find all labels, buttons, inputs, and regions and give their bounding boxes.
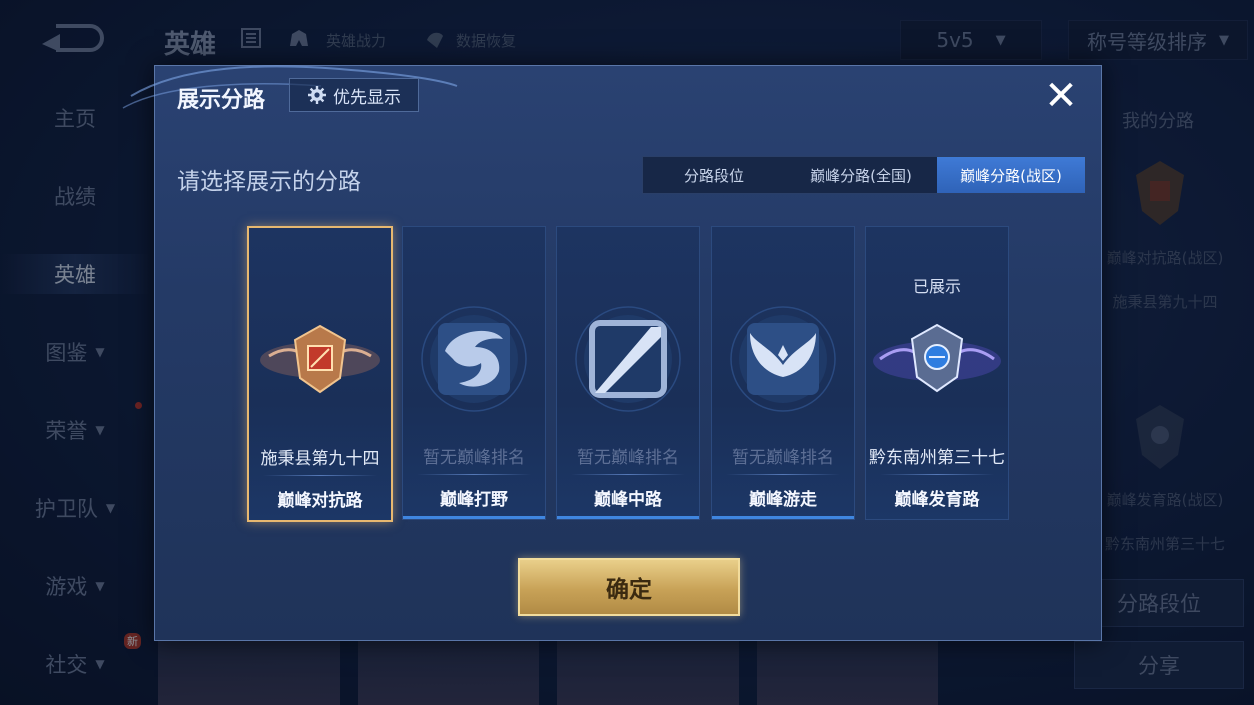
wings-icon bbox=[730, 306, 836, 412]
lane-card-rank: 黔东南州第三十七 bbox=[869, 448, 1005, 468]
lane-card-rank: 暂无巅峰排名 bbox=[577, 448, 679, 468]
shown-label: 已展示 bbox=[912, 277, 961, 296]
tab-peak-district[interactable]: 巅峰分路(战区) bbox=[937, 157, 1085, 193]
slash-icon bbox=[575, 306, 681, 412]
divider bbox=[880, 474, 994, 475]
lane-card-rank: 暂无巅峰排名 bbox=[423, 448, 525, 468]
dragon-icon bbox=[421, 306, 527, 412]
confirm-button[interactable]: 确定 bbox=[518, 558, 740, 616]
divider bbox=[571, 474, 685, 475]
divider bbox=[417, 474, 531, 475]
tab-lane-rank[interactable]: 分路段位 bbox=[643, 157, 785, 193]
close-icon[interactable]: ✕ bbox=[1041, 76, 1081, 116]
priority-display-button[interactable]: 优先显示 bbox=[289, 78, 419, 112]
lane-card-bottom[interactable]: 已展示 黔东南州第三十七 巅峰发育路 bbox=[865, 226, 1009, 520]
silver-shield-icon bbox=[873, 323, 1001, 393]
lane-card-rank: 施秉县第九十四 bbox=[260, 449, 380, 469]
lane-card-mid[interactable]: 暂无巅峰排名 巅峰中路 bbox=[556, 226, 700, 520]
lane-card-name: 巅峰发育路 bbox=[894, 490, 980, 510]
lane-card-jungle[interactable]: 暂无巅峰排名 巅峰打野 bbox=[402, 226, 546, 520]
card-glow bbox=[712, 516, 854, 519]
tab-peak-national[interactable]: 巅峰分路(全国) bbox=[785, 157, 937, 193]
lane-card-rank: 暂无巅峰排名 bbox=[732, 448, 834, 468]
lane-card-name: 巅峰对抗路 bbox=[277, 491, 363, 511]
lane-card-name: 巅峰中路 bbox=[594, 490, 662, 510]
gold-shield-icon bbox=[260, 324, 380, 394]
lane-cards: 施秉县第九十四 巅峰对抗路 暂无巅峰排名 巅峰打野 暂无巅峰排名 巅峰中路 暂无… bbox=[247, 226, 1011, 522]
priority-display-label: 优先显示 bbox=[333, 87, 401, 108]
lane-card-top[interactable]: 施秉县第九十四 巅峰对抗路 bbox=[247, 226, 393, 522]
lane-card-name: 巅峰游走 bbox=[749, 490, 817, 510]
modal-title: 展示分路 bbox=[177, 88, 266, 113]
card-glow bbox=[557, 516, 699, 519]
gear-icon bbox=[308, 86, 326, 104]
lane-card-support[interactable]: 暂无巅峰排名 巅峰游走 bbox=[711, 226, 855, 520]
lane-display-modal: 展示分路 优先显示 ✕ 请选择展示的分路 分路段位 巅峰分路(全国) 巅峰分路(… bbox=[122, 65, 1102, 641]
lane-card-name: 巅峰打野 bbox=[440, 490, 508, 510]
modal-subtitle: 请选择展示的分路 bbox=[177, 169, 361, 195]
divider bbox=[263, 475, 377, 476]
card-glow bbox=[403, 516, 545, 519]
lane-type-tabs: 分路段位 巅峰分路(全国) 巅峰分路(战区) bbox=[642, 156, 1086, 194]
divider bbox=[726, 474, 840, 475]
